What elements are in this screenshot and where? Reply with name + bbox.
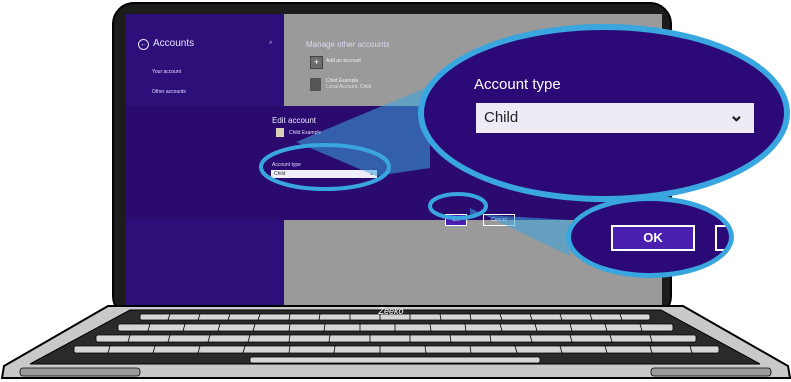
zoom-account-type-label: Account type: [474, 76, 561, 93]
account-type-zoom-callout: Account type Child ⌄: [418, 24, 790, 202]
zoom-connector-top: [296, 86, 430, 176]
zoom-ok-button[interactable]: OK: [611, 225, 695, 251]
zoom-account-type-value: Child: [484, 109, 519, 126]
zoom-chevron-down-icon: ⌄: [728, 105, 744, 125]
zoom-cancel-button-edge: [715, 225, 729, 251]
brand-logo: Zeeko: [378, 306, 404, 316]
zoom-account-type-select[interactable]: Child ⌄: [476, 103, 754, 133]
ok-zoom-callout: OK: [566, 196, 734, 278]
ok-highlight-ring: [428, 192, 488, 220]
zoom-connector-bottom: [470, 208, 570, 256]
